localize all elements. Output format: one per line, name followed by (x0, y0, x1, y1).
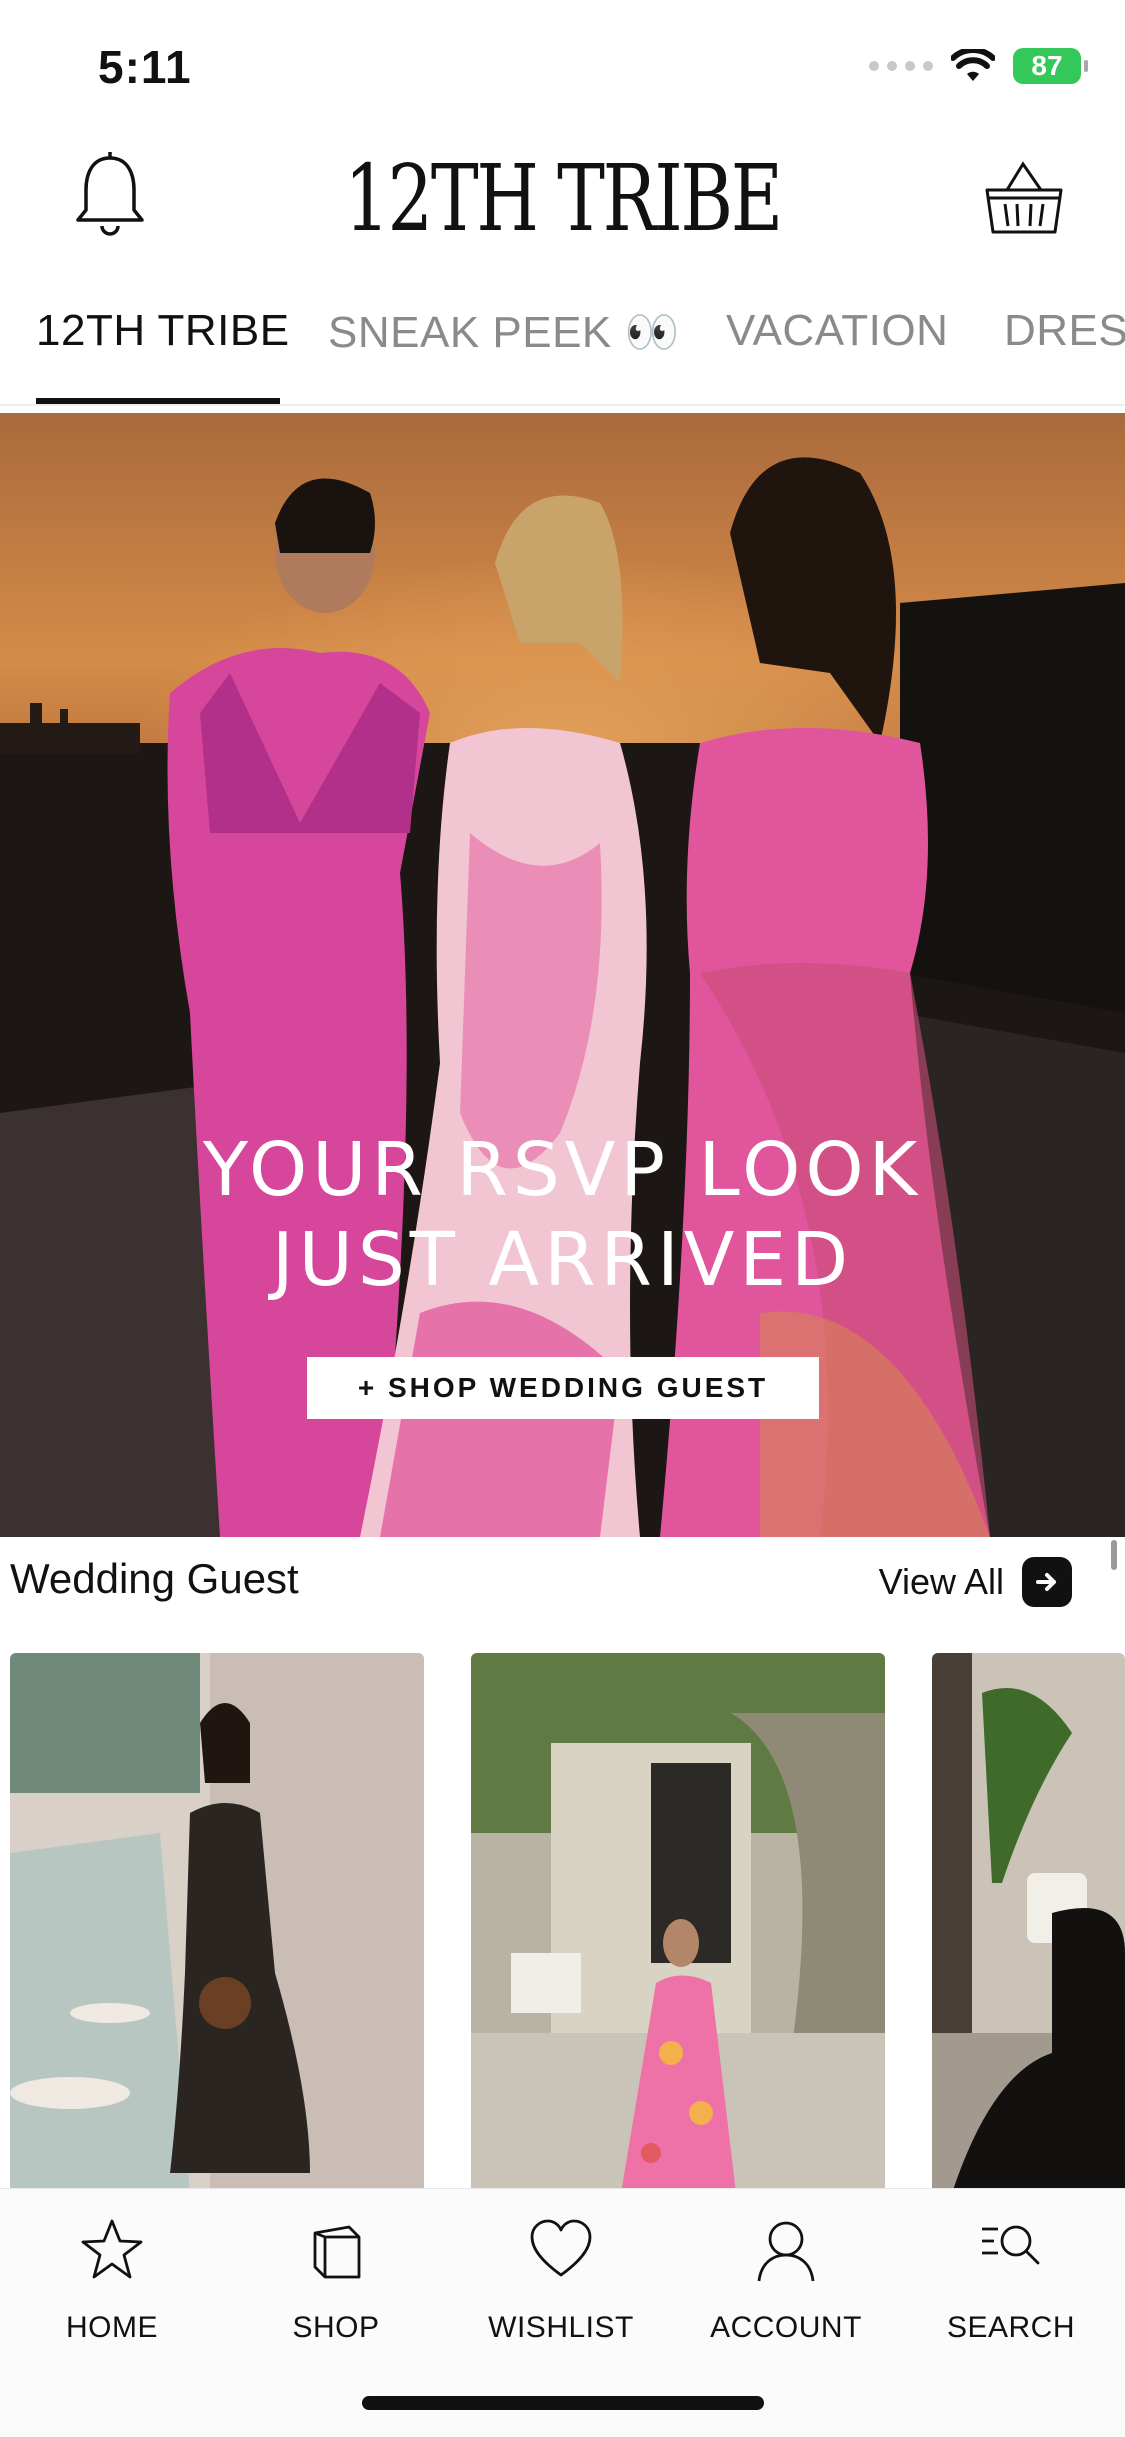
nav-wishlist[interactable]: WISHLIST (461, 2215, 661, 2345)
battery-icon: 87 (1013, 48, 1088, 84)
tab-sneak-peek[interactable]: SNEAK PEEK 👀 (328, 306, 680, 358)
active-tab-indicator (36, 398, 280, 404)
category-tabs: 12TH TRIBE SNEAK PEEK 👀 VACATION DRES (0, 296, 1125, 406)
user-icon[interactable] (751, 2215, 821, 2285)
nav-search-label[interactable]: SEARCH (911, 2311, 1111, 2345)
search-list-icon[interactable] (976, 2215, 1046, 2285)
wifi-icon (951, 49, 995, 81)
product-card[interactable] (471, 1653, 885, 2193)
tab-vacation[interactable]: VACATION (726, 306, 948, 356)
status-time: 5:11 (98, 41, 192, 93)
product-image (10, 1653, 424, 2193)
shopping-bag-icon[interactable] (301, 2215, 371, 2285)
nav-search[interactable]: SEARCH (911, 2215, 1111, 2345)
brand-logo[interactable]: 12TH TRIBE (124, 145, 1002, 252)
hero-headline-line1: YOUR RSVP LOOK (202, 1127, 923, 1213)
home-indicator[interactable] (362, 2396, 764, 2410)
status-indicators: 87 (869, 48, 1088, 84)
heart-icon[interactable] (526, 2215, 596, 2285)
hero-headline: YOUR RSVP LOOK JUST ARRIVED (0, 1125, 1125, 1305)
section-title: Wedding Guest (10, 1555, 299, 1602)
nav-shop-label[interactable]: SHOP (236, 2311, 436, 2345)
view-all-label[interactable]: View All (879, 1561, 1004, 1603)
product-image (471, 1653, 885, 2193)
basket-icon[interactable] (983, 160, 1065, 238)
hero-headline-line2: JUST ARRIVED (271, 1217, 854, 1303)
product-card[interactable] (10, 1653, 424, 2193)
hero-banner[interactable]: YOUR RSVP LOOK JUST ARRIVED + SHOP WEDDI… (0, 413, 1125, 1537)
nav-home-label[interactable]: HOME (12, 2311, 212, 2345)
nav-shop[interactable]: SHOP (236, 2215, 436, 2345)
battery-level: 87 (1031, 50, 1063, 81)
shop-wedding-guest-button[interactable]: + SHOP WEDDING GUEST (307, 1357, 819, 1419)
nav-account[interactable]: ACCOUNT (686, 2215, 886, 2345)
scrollbar[interactable] (1111, 1540, 1117, 1570)
nav-account-label[interactable]: ACCOUNT (686, 2311, 886, 2345)
product-card[interactable] (932, 1653, 1125, 2193)
star-icon[interactable] (77, 2215, 147, 2285)
tab-12th-tribe[interactable]: 12TH TRIBE (36, 306, 290, 356)
tab-dresses[interactable]: DRES (1004, 306, 1125, 356)
arrow-right-icon[interactable] (1022, 1557, 1072, 1607)
view-all-link[interactable]: View All (879, 1557, 1072, 1607)
cellular-signal-icon (869, 61, 933, 71)
nav-home[interactable]: HOME (12, 2215, 212, 2345)
product-image (932, 1653, 1125, 2193)
nav-wishlist-label[interactable]: WISHLIST (461, 2311, 661, 2345)
